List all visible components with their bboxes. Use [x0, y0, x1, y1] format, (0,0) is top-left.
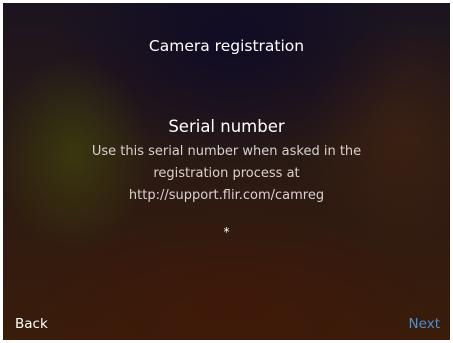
serial-number-value: * [223, 225, 230, 239]
next-button[interactable]: Next [409, 315, 440, 333]
camera-registration-screen: Camera registration Serial number Use th… [0, 0, 453, 343]
back-button[interactable]: Back [15, 315, 48, 333]
page-title: Camera registration [148, 37, 305, 55]
registration-instructions: Use this serial number when asked in the… [91, 144, 362, 203]
serial-number-heading: Serial number [168, 117, 285, 136]
